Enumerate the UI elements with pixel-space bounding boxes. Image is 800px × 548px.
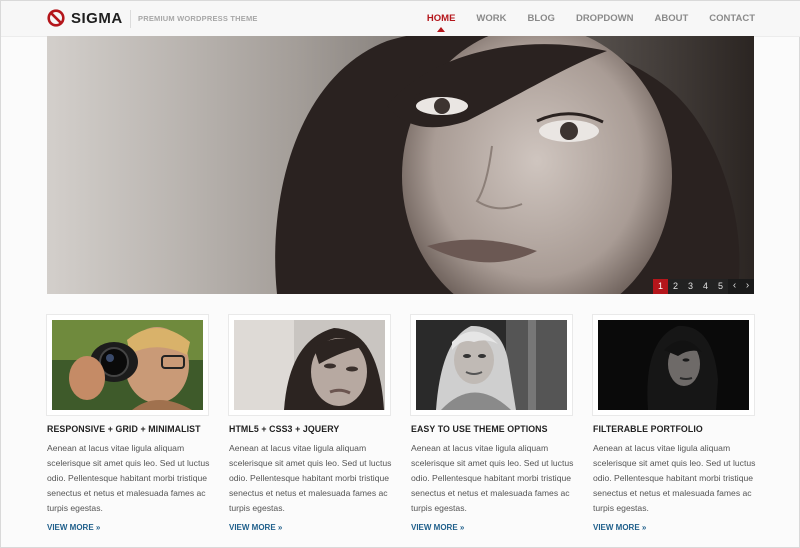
hero-slider[interactable]: 1 2 3 4 5 ‹ › bbox=[47, 36, 754, 294]
slider-page-3[interactable]: 3 bbox=[683, 279, 698, 294]
feature-thumbnail[interactable] bbox=[593, 315, 754, 415]
nav-item-contact[interactable]: CONTACT bbox=[709, 13, 755, 24]
nav-item-about[interactable]: ABOUT bbox=[654, 13, 688, 24]
photographer-image bbox=[52, 320, 203, 410]
slider-page-2[interactable]: 2 bbox=[668, 279, 683, 294]
logo[interactable]: SIGMA bbox=[47, 9, 123, 27]
feature-description: Aenean at lacus vitae ligula aliquam sce… bbox=[229, 443, 392, 513]
feature-description: Aenean at lacus vitae ligula aliquam sce… bbox=[411, 443, 574, 513]
view-more-link[interactable]: VIEW MORE » bbox=[229, 523, 390, 532]
brand-name: SIGMA bbox=[71, 9, 123, 27]
girl-with-scarf-image bbox=[416, 320, 567, 410]
view-more-link[interactable]: VIEW MORE » bbox=[593, 523, 754, 532]
nav-item-label: WORK bbox=[476, 13, 507, 24]
slider-page-4[interactable]: 4 bbox=[698, 279, 713, 294]
feature-card: FILTERABLE PORTFOLIO Aenean at lacus vit… bbox=[593, 315, 756, 532]
slider-prev-icon[interactable]: ‹ bbox=[728, 279, 741, 294]
active-caret-icon bbox=[437, 27, 446, 32]
nav-item-work[interactable]: WORK bbox=[476, 13, 506, 24]
slider-page-1[interactable]: 1 bbox=[653, 279, 668, 294]
feature-title: HTML5 + CSS3 + JQUERY bbox=[229, 424, 340, 434]
nav-item-label: DROPDOWN bbox=[575, 13, 634, 24]
nav-item-label: ABOUT bbox=[654, 13, 689, 24]
view-more-link[interactable]: VIEW MORE » bbox=[47, 523, 208, 532]
feature-title: RESPONSIVE + GRID + MINIMALIST bbox=[47, 424, 201, 434]
feature-thumbnail[interactable] bbox=[47, 315, 208, 415]
feature-title: EASY TO USE THEME OPTIONS bbox=[411, 424, 548, 434]
tagline: PREMIUM WORDPRESS THEME bbox=[138, 14, 258, 23]
site-header: SIGMA PREMIUM WORDPRESS THEME HOME WORK … bbox=[1, 1, 800, 37]
nav-item-label: HOME bbox=[426, 13, 456, 24]
feature-card: EASY TO USE THEME OPTIONS Aenean at lacu… bbox=[411, 315, 574, 532]
nav-item-blog[interactable]: BLOG bbox=[528, 13, 555, 24]
feature-thumbnail[interactable] bbox=[229, 315, 390, 415]
nav-item-label: CONTACT bbox=[709, 13, 755, 24]
woman-portrait-image bbox=[234, 320, 385, 410]
sigma-logo-icon bbox=[47, 9, 65, 27]
dark-portrait-image bbox=[598, 320, 749, 410]
hero-portrait-image bbox=[47, 36, 754, 294]
nav-item-dropdown[interactable]: DROPDOWN bbox=[576, 13, 634, 24]
header-divider bbox=[130, 10, 131, 28]
slider-next-icon[interactable]: › bbox=[741, 279, 754, 294]
feature-title: FILTERABLE PORTFOLIO bbox=[593, 424, 703, 434]
nav-item-label: BLOG bbox=[527, 13, 555, 24]
feature-card: HTML5 + CSS3 + JQUERY Aenean at lacus vi… bbox=[229, 315, 392, 532]
feature-description: Aenean at lacus vitae ligula aliquam sce… bbox=[47, 443, 210, 513]
slider-page-5[interactable]: 5 bbox=[713, 279, 728, 294]
nav-item-home[interactable]: HOME bbox=[426, 13, 456, 32]
view-more-link[interactable]: VIEW MORE » bbox=[411, 523, 572, 532]
feature-thumbnail[interactable] bbox=[411, 315, 572, 415]
feature-card: RESPONSIVE + GRID + MINIMALIST Aenean at… bbox=[47, 315, 210, 532]
main-nav: HOME WORK BLOG DROPDOWN ABOUT CONTACT bbox=[406, 13, 755, 32]
slider-pager: 1 2 3 4 5 ‹ › bbox=[653, 279, 754, 294]
feature-description: Aenean at lacus vitae ligula aliquam sce… bbox=[593, 443, 756, 513]
